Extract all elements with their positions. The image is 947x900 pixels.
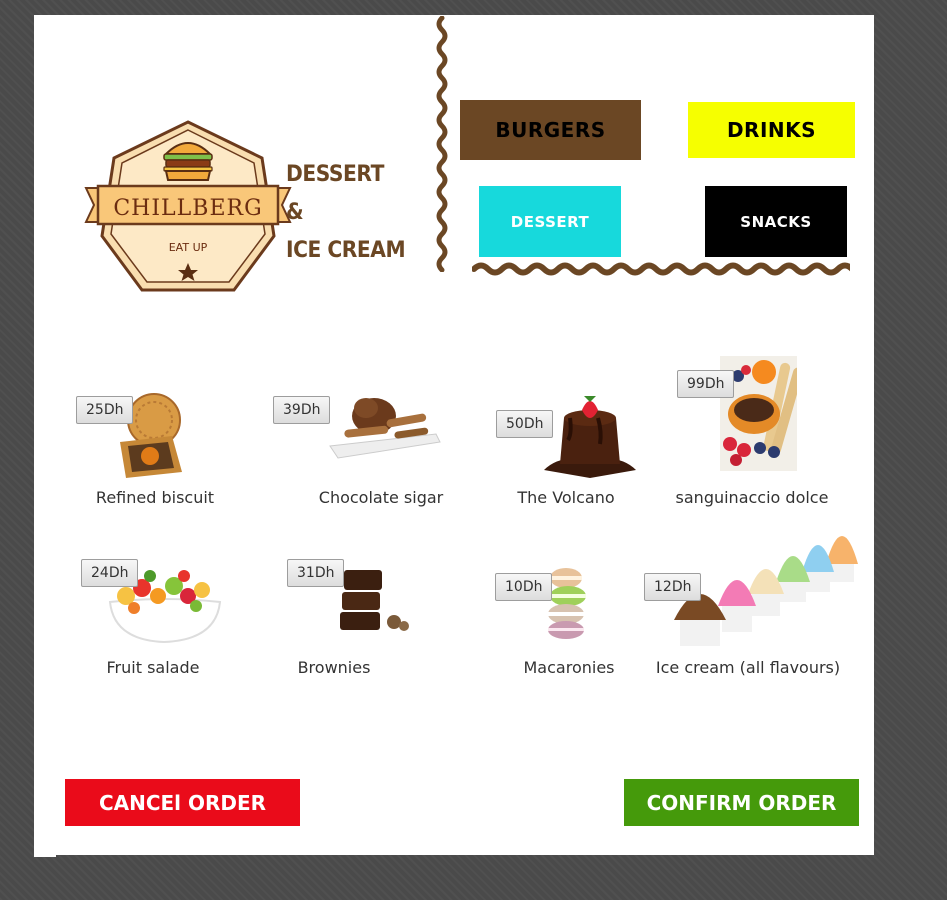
brand-name: CHILLBERG [113,196,262,221]
price-tag: 10Dh [495,573,553,601]
chocolate-sigar-icon[interactable] [324,380,444,464]
wavy-divider-vertical [436,16,448,272]
item-name[interactable]: sanguinaccio dolce [668,488,836,507]
price-tag: 39Dh [273,396,331,424]
item-name[interactable]: Refined biscuit [70,488,240,507]
category-dessert-button[interactable]: DESSERT [479,186,621,257]
item-name[interactable]: The Volcano [496,488,636,507]
category-drinks-button[interactable]: DRINKS [688,102,855,158]
item-name[interactable]: Chocolate sigar [300,488,462,507]
price-tag: 31Dh [287,559,345,587]
confirm-order-button[interactable]: CONFIRM ORDER [624,779,859,826]
price-tag: 99Dh [677,370,735,398]
chillberg-logo: CHILLBERG EAT UP [84,120,292,292]
item-name[interactable]: Brownies [284,658,384,677]
panel-shadow-notch [34,853,56,857]
item-name[interactable]: Ice cream (all flavours) [650,658,846,677]
burger-icon [163,142,213,181]
price-tag: 25Dh [76,396,134,424]
wavy-divider-horizontal [472,262,850,276]
category-snacks-button[interactable]: SNACKS [705,186,847,257]
price-tag: 50Dh [496,410,554,438]
brand-subtitle: DESSERT & ICE CREAM [286,162,406,263]
brownies-icon[interactable] [334,562,414,638]
brand-tagline: EAT UP [169,241,208,254]
price-tag: 12Dh [644,573,702,601]
price-tag: 24Dh [81,559,139,587]
item-name[interactable]: Fruit salade [88,658,218,677]
cancel-order-button[interactable]: CANCEl ORDER [65,779,300,826]
category-burgers-button[interactable]: BURGERS [460,100,641,160]
ice-cream-icon[interactable] [672,508,866,648]
item-name[interactable]: Macaronies [508,658,630,677]
volcano-cake-icon[interactable] [540,384,640,482]
